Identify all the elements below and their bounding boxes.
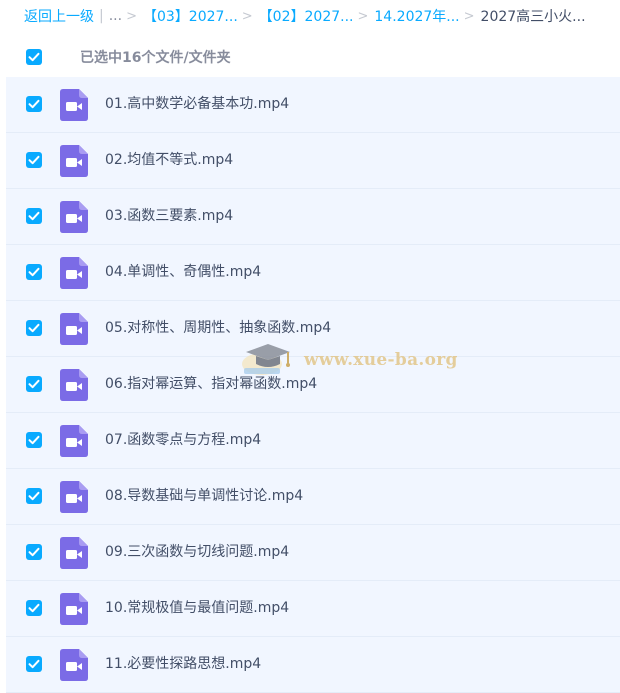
file-checkbox[interactable] xyxy=(26,264,42,280)
file-row[interactable]: 06.指对幂运算、指对幂函数.mp4 xyxy=(6,357,620,413)
file-checkbox[interactable] xyxy=(26,96,42,112)
file-row[interactable]: 01.高中数学必备基本功.mp4 xyxy=(6,77,620,133)
video-file-icon xyxy=(60,593,88,625)
selection-count: 已选中16个文件/文件夹 xyxy=(80,50,231,66)
check-icon xyxy=(28,323,40,333)
chevron-right-icon: > xyxy=(463,8,475,24)
file-checkbox[interactable] xyxy=(26,656,42,672)
breadcrumb-item[interactable]: 【02】2027... xyxy=(259,6,354,26)
file-checkbox[interactable] xyxy=(26,488,42,504)
file-name: 09.三次函数与切线问题.mp4 xyxy=(105,544,290,560)
video-file-icon xyxy=(60,145,88,177)
video-file-icon xyxy=(60,313,88,345)
file-row[interactable]: 02.均值不等式.mp4 xyxy=(6,133,620,189)
breadcrumb-item[interactable]: 14.2027年... xyxy=(374,6,459,26)
file-checkbox[interactable] xyxy=(26,432,42,448)
chevron-right-icon: > xyxy=(126,8,137,24)
file-list: 01.高中数学必备基本功.mp4 02.均值不等式.mp4 03.函数三要素.mp4… xyxy=(6,77,620,693)
file-checkbox[interactable] xyxy=(26,376,42,392)
check-icon xyxy=(28,211,40,221)
chevron-right-icon: > xyxy=(357,8,369,24)
file-name: 11.必要性探路思想.mp4 xyxy=(105,656,262,672)
check-icon xyxy=(28,379,40,389)
file-name: 06.指对幂运算、指对幂函数.mp4 xyxy=(105,376,318,392)
file-row[interactable]: 08.导数基础与单调性讨论.mp4 xyxy=(6,469,620,525)
check-icon xyxy=(28,155,40,165)
file-name: 02.均值不等式.mp4 xyxy=(105,152,234,168)
breadcrumb-item[interactable]: 【03】2027... xyxy=(143,6,238,26)
file-row[interactable]: 03.函数三要素.mp4 xyxy=(6,189,620,245)
select-all-checkbox[interactable] xyxy=(26,49,42,65)
file-name: 10.常规极值与最值问题.mp4 xyxy=(105,600,290,616)
video-file-icon xyxy=(60,425,88,457)
file-row[interactable]: 07.函数零点与方程.mp4 xyxy=(6,413,620,469)
file-name: 08.导数基础与单调性讨论.mp4 xyxy=(105,488,304,504)
file-row[interactable]: 04.单调性、奇偶性.mp4 xyxy=(6,245,620,301)
file-row[interactable]: 10.常规极值与最值问题.mp4 xyxy=(6,581,620,637)
file-row[interactable]: 09.三次函数与切线问题.mp4 xyxy=(6,525,620,581)
selection-bar: 已选中16个文件/文件夹 xyxy=(0,38,620,78)
check-icon xyxy=(28,435,40,445)
video-file-icon xyxy=(60,201,88,233)
file-name: 05.对称性、周期性、抽象函数.mp4 xyxy=(105,320,332,336)
file-checkbox[interactable] xyxy=(26,600,42,616)
file-row[interactable]: 05.对称性、周期性、抽象函数.mp4 xyxy=(6,301,620,357)
breadcrumb: 返回上一级 | ... > 【03】2027... > 【02】2027... … xyxy=(0,0,620,32)
file-name: 01.高中数学必备基本功.mp4 xyxy=(105,96,290,112)
file-checkbox[interactable] xyxy=(26,152,42,168)
file-checkbox[interactable] xyxy=(26,320,42,336)
video-file-icon xyxy=(60,89,88,121)
check-icon xyxy=(28,267,40,277)
file-row[interactable]: 11.必要性探路思想.mp4 xyxy=(6,637,620,693)
breadcrumb-ellipsis[interactable]: ... xyxy=(109,8,122,24)
file-name: 03.函数三要素.mp4 xyxy=(105,208,234,224)
file-name: 07.函数零点与方程.mp4 xyxy=(105,432,262,448)
video-file-icon xyxy=(60,481,88,513)
video-file-icon xyxy=(60,537,88,569)
video-file-icon xyxy=(60,369,88,401)
chevron-right-icon: > xyxy=(241,8,253,24)
check-icon xyxy=(28,659,40,669)
check-icon xyxy=(28,547,40,557)
breadcrumb-divider: | xyxy=(99,8,104,24)
check-icon xyxy=(28,491,40,501)
video-file-icon xyxy=(60,649,88,681)
back-link[interactable]: 返回上一级 xyxy=(24,6,94,26)
file-name: 04.单调性、奇偶性.mp4 xyxy=(105,264,262,280)
breadcrumb-current: 2027高三小火... xyxy=(480,9,586,25)
file-checkbox[interactable] xyxy=(26,208,42,224)
check-icon xyxy=(28,52,40,62)
check-icon xyxy=(28,603,40,613)
check-icon xyxy=(28,99,40,109)
video-file-icon xyxy=(60,257,88,289)
file-checkbox[interactable] xyxy=(26,544,42,560)
